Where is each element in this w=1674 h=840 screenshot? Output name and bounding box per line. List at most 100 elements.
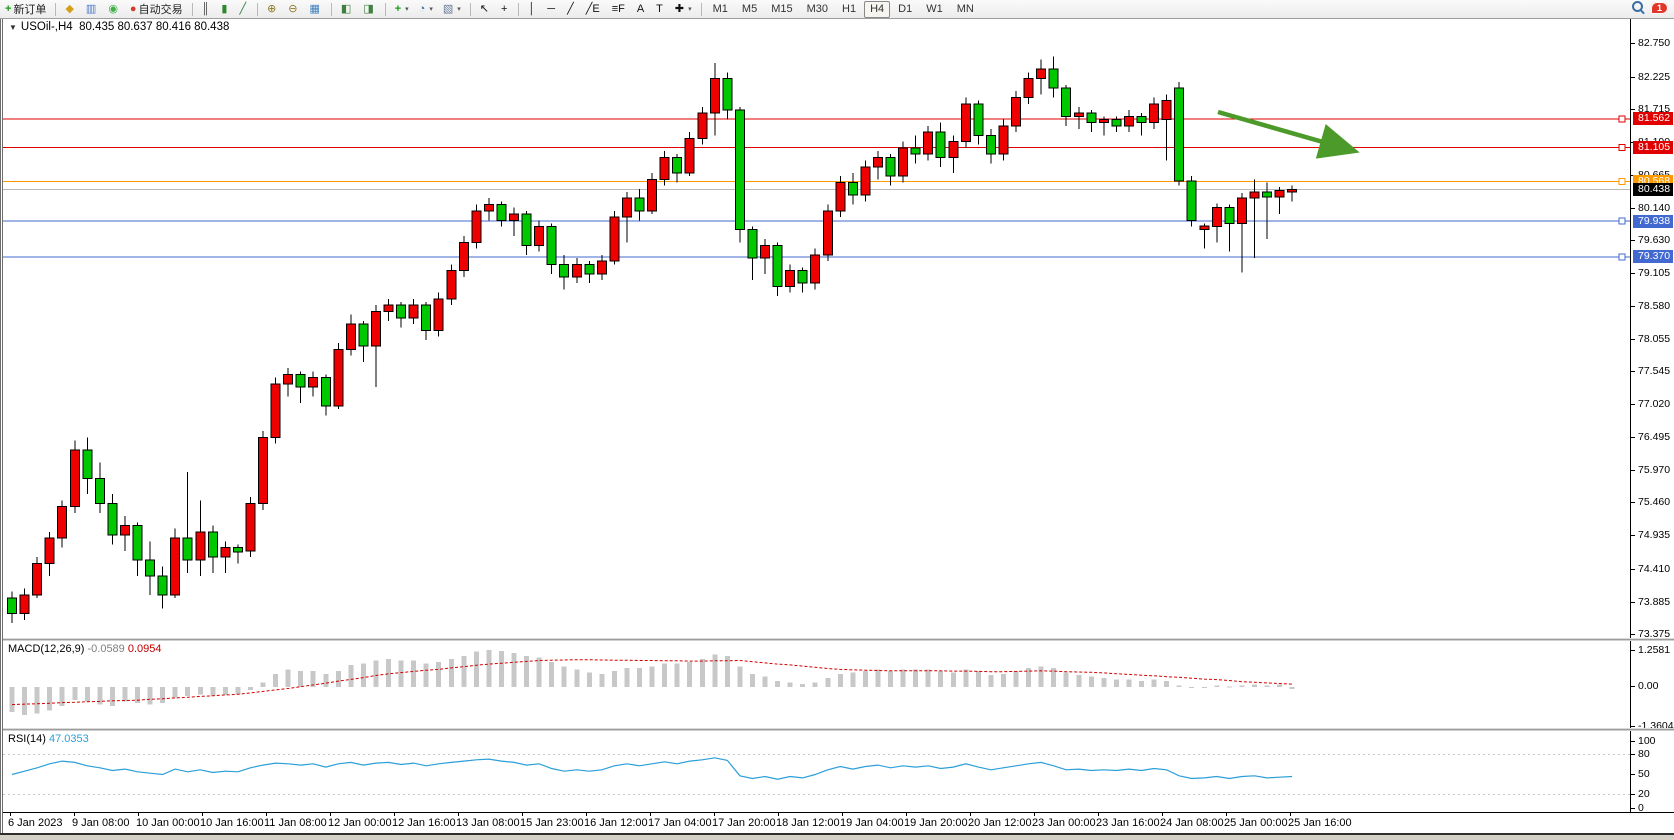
candlestick-style-button[interactable]: ▮	[217, 1, 233, 18]
tick-label: 79.630	[1631, 235, 1674, 246]
data-window-button[interactable]: ▥	[82, 1, 102, 18]
arrow-annotation[interactable]	[1218, 112, 1351, 150]
horizontal-line-tool-button[interactable]: ─	[543, 1, 561, 18]
time-tick-mark	[522, 813, 523, 816]
timeframe-button-H4[interactable]: H4	[864, 1, 890, 18]
main-toolbar: +新订单◆▥◉●自动交易║▮╱⊕⊖▦◧◨+▾◔▾▧▾↖+│─╱╱E≡FAT✚▾M…	[0, 0, 1674, 19]
time-tick-mark	[1290, 813, 1291, 816]
zoom-out-button[interactable]: ⊖	[284, 1, 303, 18]
price-line-handle[interactable]	[1619, 116, 1625, 122]
timeframe-button-MN[interactable]: MN	[951, 1, 980, 18]
candlestick-series[interactable]	[8, 57, 1297, 624]
toolbar-separator	[331, 3, 332, 16]
arrange-vertical-icon: ◨	[363, 4, 373, 15]
chart-title[interactable]: ▼USOil-,H4 80.435 80.637 80.416 80.438	[9, 21, 229, 33]
tick-label: 75.460	[1631, 497, 1674, 508]
zoom-in-button[interactable]: ⊕	[263, 1, 282, 18]
crosshair-tool-button[interactable]: +	[497, 1, 513, 18]
price-line-handle[interactable]	[1619, 178, 1625, 184]
shapes-tool-icon: ✚	[675, 4, 684, 15]
price-line-handle[interactable]	[1619, 218, 1625, 224]
toolbar-separator	[55, 3, 56, 16]
rsi-canvas[interactable]	[3, 731, 1630, 812]
chevron-down-icon[interactable]: ▼	[9, 23, 17, 32]
chevron-down-icon[interactable]: ▾	[405, 5, 409, 13]
timeframe-button-M15[interactable]: M15	[765, 1, 798, 18]
price-line-handle[interactable]	[1619, 145, 1625, 151]
timeframe-button-M30[interactable]: M30	[801, 1, 834, 18]
signals-icon: ◉	[108, 4, 118, 15]
tick-label: 100	[1631, 736, 1674, 747]
macd-label: MACD(12,26,9) -0.0589 0.0954	[8, 643, 162, 655]
time-tick-label: 11 Jan 08:00	[264, 817, 327, 829]
price-axis: 82.75082.22581.71581.19080.66580.14079.6…	[1630, 18, 1674, 638]
search-icon[interactable]	[1632, 1, 1643, 15]
status-strip	[0, 833, 1674, 840]
time-tick-label: 18 Jan 12:00	[776, 817, 840, 829]
timeframe-button-H1[interactable]: H1	[836, 1, 862, 18]
shapes-tool-button[interactable]: ✚▾	[671, 1, 696, 18]
timeframe-button-D1[interactable]: D1	[892, 1, 918, 18]
tick-label: 77.545	[1631, 366, 1674, 377]
tick-label: 75.970	[1631, 465, 1674, 476]
toolbar-separator	[518, 3, 519, 16]
vertical-line-tool-button[interactable]: │	[524, 1, 541, 18]
auto-trading-button[interactable]: ●自动交易	[126, 1, 187, 18]
time-axis[interactable]: 6 Jan 20239 Jan 08:0010 Jan 00:0010 Jan …	[3, 812, 1674, 834]
time-tick-label: 9 Jan 08:00	[72, 817, 130, 829]
data-window-icon: ▥	[86, 4, 96, 15]
main-chart-canvas[interactable]	[3, 18, 1630, 638]
macd-axis: 1.25810.00-1.3604	[1630, 641, 1674, 728]
market-watch-button[interactable]: ◆	[61, 1, 79, 18]
time-tick-mark	[1098, 813, 1099, 816]
bar-chart-style-icon: ║	[202, 4, 210, 15]
indicators-list-button[interactable]: +▾	[391, 1, 413, 18]
notification-icon[interactable]: 1	[1651, 2, 1668, 14]
price-line-label: 79.370	[1633, 250, 1673, 263]
trendline-tool-button[interactable]: ╱	[563, 1, 580, 18]
line-chart-style-button[interactable]: ╱	[235, 1, 252, 18]
time-tick-mark	[458, 813, 459, 816]
arrange-horizontal-button[interactable]: ◧	[337, 1, 357, 18]
time-tick-label: 23 Jan 00:00	[1032, 817, 1096, 829]
time-tick-label: 19 Jan 04:00	[840, 817, 904, 829]
tick-label: 1.2581	[1631, 645, 1674, 656]
timeframe-button-W1[interactable]: W1	[920, 1, 949, 18]
time-tick-label: 12 Jan 00:00	[328, 817, 392, 829]
time-tick-mark	[74, 813, 75, 816]
timeframe-button-M1[interactable]: M1	[707, 1, 734, 18]
time-tick-mark	[714, 813, 715, 816]
time-tick-label: 20 Jan 12:00	[968, 817, 1032, 829]
rsi-axis: 1008050200	[1630, 731, 1674, 812]
periods-list-icon: ◔	[419, 4, 426, 15]
time-tick-mark	[394, 813, 395, 816]
toolbar-separator	[257, 3, 258, 16]
channel-tool-button[interactable]: ╱E	[582, 1, 606, 18]
time-tick-label: 6 Jan 2023	[8, 817, 62, 829]
chevron-down-icon[interactable]: ▾	[688, 5, 692, 13]
time-tick-mark	[1162, 813, 1163, 816]
tick-label: 80.140	[1631, 203, 1674, 214]
chevron-down-icon[interactable]: ▾	[457, 5, 461, 13]
price-line-group[interactable]	[3, 116, 1630, 260]
chevron-down-icon[interactable]: ▾	[429, 5, 433, 13]
tick-label: 20	[1631, 789, 1674, 800]
new-order-button[interactable]: +新订单	[1, 1, 50, 18]
time-tick-mark	[266, 813, 267, 816]
arrange-vertical-button[interactable]: ◨	[359, 1, 379, 18]
periods-list-button[interactable]: ◔▾	[415, 1, 437, 18]
tile-windows-button[interactable]: ▦	[306, 1, 326, 18]
macd-canvas[interactable]	[3, 641, 1630, 728]
bar-chart-style-button[interactable]: ║	[198, 1, 216, 18]
signals-button[interactable]: ◉	[104, 1, 124, 18]
fibonacci-tool-button[interactable]: ≡F	[608, 1, 631, 18]
label-tool-button[interactable]: T	[652, 1, 669, 18]
price-line-handle[interactable]	[1619, 254, 1625, 260]
cursor-tool-button[interactable]: ↖	[476, 1, 495, 18]
line-chart-style-icon: ╱	[239, 4, 246, 15]
templates-list-button[interactable]: ▧▾	[439, 1, 465, 18]
auto-trading-label: 自动交易	[139, 1, 183, 17]
tick-label: 78.580	[1631, 301, 1674, 312]
text-tool-button[interactable]: A	[633, 1, 650, 18]
timeframe-button-M5[interactable]: M5	[736, 1, 763, 18]
